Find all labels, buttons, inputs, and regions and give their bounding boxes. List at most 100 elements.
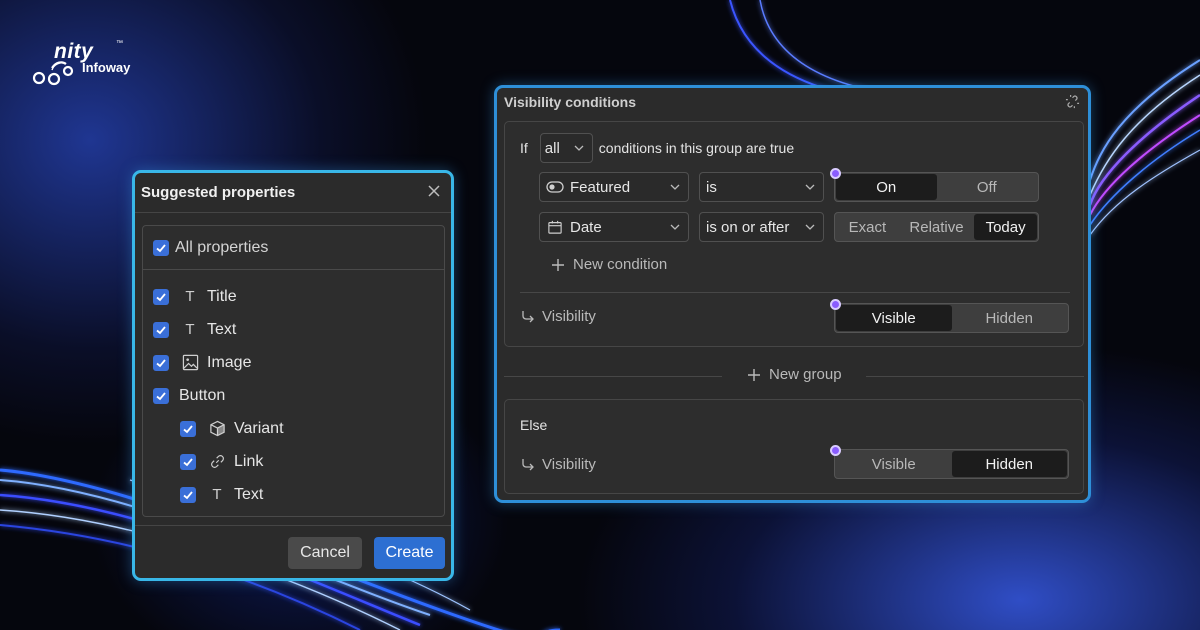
binding-indicator: [830, 445, 841, 456]
divider-right: [866, 376, 1084, 377]
property-row-link[interactable]: Link: [143, 445, 444, 478]
toggle-icon: [546, 181, 564, 193]
property-select-featured[interactable]: Featured: [539, 172, 689, 202]
brand-logo: nity ™ Infoway: [32, 40, 142, 86]
group-visibility-toggle[interactable]: Visible Hidden: [834, 303, 1069, 333]
exact-option[interactable]: Exact: [836, 214, 899, 240]
operator-value: is on or after: [706, 218, 790, 236]
else-label: Else: [520, 417, 548, 433]
property-row-button[interactable]: Button: [143, 379, 444, 412]
dialog-title: Suggested properties: [141, 184, 296, 201]
property-label: Image: [207, 353, 252, 371]
check-icon: [183, 457, 193, 466]
on-option[interactable]: On: [836, 174, 937, 200]
dialog-footer: Cancel Create: [135, 525, 451, 578]
operator-select-on-or-after[interactable]: is on or after: [699, 212, 824, 242]
relative-option[interactable]: Relative: [899, 214, 974, 240]
property-row-title[interactable]: T Title: [143, 280, 444, 313]
off-option[interactable]: Off: [937, 174, 1038, 200]
link-icon: [208, 453, 226, 471]
operator-value: is: [706, 178, 717, 196]
check-icon: [156, 292, 166, 301]
property-row-image[interactable]: Image: [143, 346, 444, 379]
plus-icon: [552, 258, 564, 271]
property-label: Text: [207, 320, 237, 338]
quantifier-select[interactable]: all: [539, 133, 593, 163]
property-checkbox[interactable]: [153, 387, 169, 404]
all-properties-checkbox[interactable]: [153, 239, 169, 256]
else-visibility-toggle[interactable]: Visible Hidden: [834, 449, 1069, 479]
if-row: If all conditions in this group are true: [520, 133, 794, 163]
property-checkbox[interactable]: [180, 486, 196, 503]
return-arrow-icon: [522, 458, 534, 470]
property-checkbox[interactable]: [153, 321, 169, 338]
visibility-conditions-panel: Visibility conditions If all conditions …: [494, 85, 1091, 503]
new-condition-button[interactable]: New condition: [551, 256, 667, 273]
chevron-down-icon: [805, 224, 815, 230]
check-icon: [156, 243, 166, 252]
visibility-label: Visibility: [542, 456, 596, 473]
check-icon: [156, 325, 166, 334]
create-button[interactable]: Create: [374, 537, 445, 569]
quantifier-value: all: [544, 139, 560, 157]
panel-title: Visibility conditions: [504, 94, 636, 110]
property-label: Text: [234, 485, 264, 503]
property-label: Title: [207, 287, 237, 305]
chevron-down-icon: [670, 224, 680, 230]
check-icon: [156, 391, 166, 400]
close-icon[interactable]: [427, 184, 441, 198]
dialog-header: Suggested properties: [135, 173, 451, 213]
property-row-text[interactable]: T Text: [143, 313, 444, 346]
check-icon: [183, 490, 193, 499]
date-mode-toggle[interactable]: Exact Relative Today: [834, 212, 1039, 242]
visibility-label: Visibility: [542, 308, 596, 325]
property-checkbox[interactable]: [153, 288, 169, 305]
property-label: Button: [179, 386, 226, 404]
cube-icon: [208, 420, 226, 438]
text-type-icon: T: [185, 321, 195, 338]
binding-indicator: [830, 168, 841, 179]
unlink-icon[interactable]: [1065, 94, 1080, 109]
check-icon: [156, 358, 166, 367]
if-label: If: [520, 140, 528, 156]
chevron-down-icon: [574, 145, 584, 151]
brand-trademark: ™: [116, 40, 123, 47]
calendar-icon: [548, 220, 562, 234]
divider-left: [504, 376, 722, 377]
property-label: Variant: [234, 419, 284, 437]
new-group-label: New group: [769, 366, 842, 383]
property-checkbox[interactable]: [180, 420, 196, 437]
panel-header: Visibility conditions: [497, 88, 1088, 118]
hidden-option[interactable]: Hidden: [952, 305, 1068, 331]
visible-option[interactable]: Visible: [836, 451, 952, 477]
new-group-button[interactable]: New group: [747, 366, 842, 383]
visible-option[interactable]: Visible: [836, 305, 952, 331]
group-visibility-row: Visibility: [520, 308, 596, 325]
hidden-option[interactable]: Hidden: [951, 451, 1067, 477]
new-condition-label: New condition: [573, 256, 668, 273]
property-checkbox[interactable]: [180, 453, 196, 470]
chevron-down-icon: [805, 184, 815, 190]
check-icon: [183, 424, 193, 433]
text-type-icon: T: [212, 486, 222, 503]
new-group-row: New group: [504, 362, 1084, 390]
property-value: Featured: [570, 178, 631, 196]
property-row-button-text[interactable]: T Text: [143, 478, 444, 511]
property-checkbox[interactable]: [153, 354, 169, 371]
property-select-date[interactable]: Date: [539, 212, 689, 242]
condition-group: If all conditions in this group are true…: [504, 121, 1084, 347]
else-group: Else Visibility Visible Hidden: [504, 399, 1084, 494]
image-icon: [181, 354, 199, 372]
brand-sub: Infoway: [82, 60, 131, 75]
today-option[interactable]: Today: [974, 214, 1037, 240]
property-row-variant[interactable]: Variant: [143, 412, 444, 445]
cancel-button[interactable]: Cancel: [288, 537, 362, 569]
property-label: Link: [234, 452, 264, 470]
on-off-toggle[interactable]: On Off: [834, 172, 1039, 202]
all-properties-label: All properties: [175, 238, 269, 256]
plus-icon: [748, 368, 760, 381]
binding-indicator: [830, 299, 841, 310]
else-visibility-row: Visibility: [520, 456, 596, 473]
operator-select-is[interactable]: is: [699, 172, 824, 202]
all-properties-row[interactable]: All properties: [143, 226, 444, 270]
